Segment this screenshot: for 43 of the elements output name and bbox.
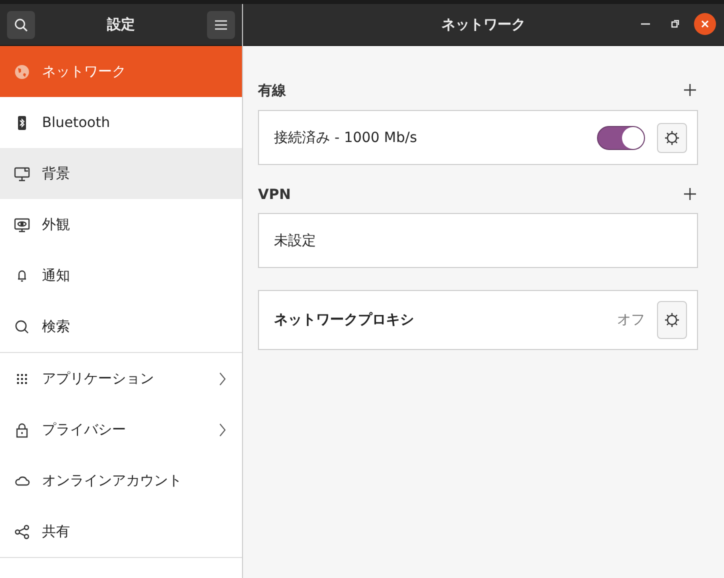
search-icon: [14, 18, 28, 32]
sidebar-item[interactable]: 共有: [0, 506, 242, 557]
add-button[interactable]: [684, 188, 698, 202]
plus-icon: [684, 188, 696, 200]
chevron-right-icon: [219, 422, 226, 436]
row-label: ネットワークプロキシ: [274, 311, 415, 329]
menu-button[interactable]: [207, 10, 235, 38]
sidebar-item[interactable]: Bluetooth: [0, 97, 242, 148]
globe-icon: [14, 64, 30, 80]
search-icon: [14, 318, 30, 334]
toggle-switch[interactable]: [597, 126, 645, 150]
close-icon: [700, 19, 710, 29]
sidebar-item[interactable]: オンラインアカウント: [0, 455, 242, 506]
appearance-icon: [14, 216, 30, 232]
gear-icon: [664, 312, 680, 328]
row-label: 未設定: [274, 232, 317, 250]
share-icon: [14, 524, 30, 540]
plus-icon: [684, 84, 696, 96]
search-button[interactable]: [7, 10, 35, 38]
gear-icon: [664, 130, 680, 146]
minimize-icon: [640, 23, 650, 25]
chevron-right-icon: [219, 372, 226, 386]
sidebar-title: 設定: [107, 16, 135, 34]
sidebar-item[interactable]: ネットワーク: [0, 46, 242, 97]
sidebar-item[interactable]: アプリケーション: [0, 353, 242, 404]
sidebar-item[interactable]: 外観: [0, 199, 242, 250]
row-label: 接続済み - 1000 Mb/s: [274, 128, 418, 146]
proxy-status: オフ: [617, 311, 645, 329]
sidebar-item[interactable]: 背景: [0, 148, 242, 199]
sidebar-item[interactable]: 検索: [0, 301, 242, 352]
restore-icon: [670, 19, 680, 29]
monitor-icon: [14, 166, 30, 182]
window-title: ネットワーク: [442, 16, 526, 34]
lock-icon: [14, 422, 30, 438]
settings-button[interactable]: [657, 301, 687, 339]
section-heading: 有線: [258, 82, 286, 100]
settings-button[interactable]: [657, 122, 687, 152]
sidebar-item[interactable]: プライバシー: [0, 404, 242, 455]
menu-icon: [215, 20, 227, 30]
sidebar-item[interactable]: 通知: [0, 250, 242, 301]
add-button[interactable]: [684, 84, 698, 98]
section-heading: VPN: [258, 187, 291, 203]
close-button[interactable]: [694, 13, 716, 35]
